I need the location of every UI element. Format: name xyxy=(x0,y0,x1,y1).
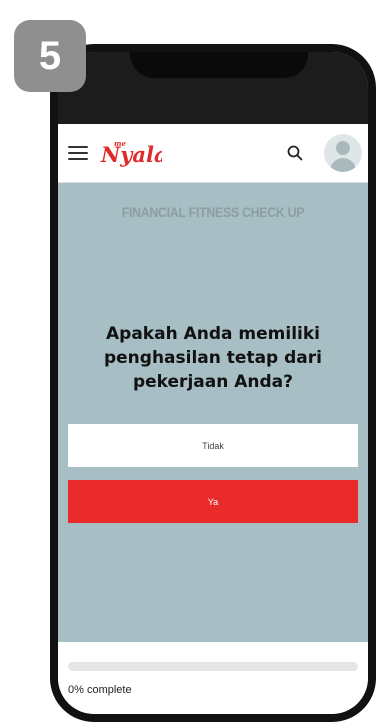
progress-bar xyxy=(68,662,358,671)
progress-panel: 0% complete xyxy=(58,642,368,714)
app-logo[interactable]: Nyala me xyxy=(100,138,168,175)
progress-label: 0% complete xyxy=(68,684,132,696)
phone-notch xyxy=(130,52,308,78)
section-title: FINANCIAL FITNESS CHECK UP xyxy=(121,204,305,220)
nyala-logo-icon: Nyala me xyxy=(100,139,168,167)
step-number-badge: 5 xyxy=(14,20,86,92)
svg-text:Nyala: Nyala xyxy=(100,142,162,167)
phone-screen: Nyala me FINANCIAL FITNESS CHECK UP Apak… xyxy=(58,52,368,714)
phone-frame: Nyala me FINANCIAL FITNESS CHECK UP Apak… xyxy=(50,44,376,722)
tutorial-step-screenshot: 5 Nyala me FINANCIAL FITNESS CHECK UP Ap… xyxy=(0,0,377,725)
hamburger-menu-icon[interactable] xyxy=(68,146,88,160)
answer-no-button[interactable]: Tidak xyxy=(68,424,358,467)
user-avatar-icon[interactable] xyxy=(324,134,362,172)
status-bar xyxy=(58,52,368,124)
answer-yes-button[interactable]: Ya xyxy=(68,480,358,523)
svg-text:me: me xyxy=(114,139,126,148)
question-text: Apakah Anda memiliki penghasilan tetap d… xyxy=(103,324,322,392)
search-icon[interactable] xyxy=(286,144,304,162)
app-header: Nyala me xyxy=(58,124,368,183)
